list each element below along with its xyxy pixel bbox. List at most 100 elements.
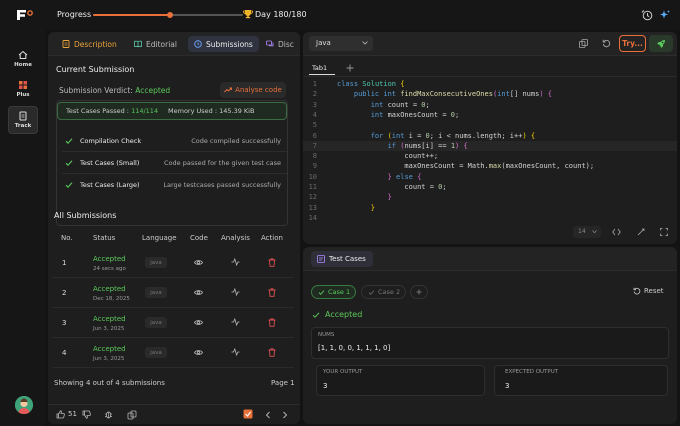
eye-icon[interactable] (194, 319, 203, 326)
col-status: Status (93, 234, 116, 242)
bug-icon[interactable] (104, 410, 113, 419)
table-row: 4 Accepted Jun 3, 2025 java (52, 338, 294, 368)
code-line: 1 class Solution { (303, 80, 677, 90)
font-size-value: 14 (578, 228, 586, 235)
tab-submissions[interactable]: Submissions (188, 36, 259, 52)
analyse-code-label: Analyse code (235, 86, 282, 94)
add-tab-icon[interactable] (346, 64, 354, 72)
delete-icon[interactable] (268, 288, 276, 297)
line-text: int count = 0; (370, 100, 430, 109)
nav-track[interactable]: Track (8, 106, 38, 134)
line-number: 11 (308, 183, 317, 191)
line-number: 8 (312, 152, 317, 161)
timer-icon[interactable] (641, 9, 653, 21)
rocket-icon (656, 39, 666, 49)
output-box: YOUR OUTPUT 3 (316, 365, 485, 396)
font-size-select[interactable]: 14 (573, 226, 601, 238)
check-desc: Code compiled successfully (191, 136, 281, 145)
editor-panel: Java Try... Tab1 1 class Solution {2 publ… (303, 32, 677, 244)
line-number: 10 (308, 172, 317, 181)
analyse-code-button[interactable]: Analyse code (220, 82, 286, 98)
col-action: Action (261, 234, 283, 242)
row-language: java (145, 317, 167, 328)
add-case-button[interactable] (410, 285, 428, 299)
table-row: 1 Accepted 24 secs ago java (52, 248, 294, 278)
nav-plus[interactable]: Plus (8, 75, 38, 103)
nums-value: [1, 1, 0, 0, 1, 1, 1, 0] (318, 344, 391, 352)
clock-icon (194, 40, 202, 48)
eye-icon[interactable] (194, 349, 203, 356)
eye-icon[interactable] (194, 259, 203, 266)
table-row: 2 Accepted Dec 18, 2025 java (52, 278, 294, 308)
next-icon[interactable] (282, 411, 288, 419)
check-name: Test Cases (Large) (80, 181, 140, 189)
case-1-chip[interactable]: Case 1 (311, 285, 356, 299)
nav-home-label: Home (14, 62, 32, 68)
share-icon[interactable] (127, 410, 137, 420)
expected-value: 3 (505, 382, 510, 390)
output-value: 3 (323, 382, 328, 390)
copy-icon[interactable] (579, 39, 588, 48)
memory-label: Memory Used : 145.39 KiB (168, 107, 255, 115)
check-name: Compilation Check (80, 136, 142, 145)
nav-track-label: Track (14, 123, 32, 129)
bookmark-checkbox-icon[interactable] (243, 409, 253, 419)
tab-description[interactable]: Description (56, 36, 123, 52)
reset-code-icon[interactable] (602, 39, 611, 48)
analysis-icon[interactable] (231, 258, 240, 266)
app-logo[interactable] (16, 9, 34, 21)
delete-icon[interactable] (268, 318, 276, 327)
code-line: 6 for (int i = 0; i < nums.length; i++) … (303, 132, 677, 142)
line-text: } (387, 193, 392, 202)
tab-submissions-label: Submissions (206, 39, 253, 49)
code-line: 4 int maxOnesCount = 0; (303, 111, 677, 121)
case-2-chip[interactable]: Case 2 (361, 285, 406, 299)
reset-button[interactable]: Reset (633, 287, 664, 295)
tab-editorial[interactable]: Editorial (128, 36, 183, 52)
file-tab-label: Tab1 (312, 64, 328, 72)
prev-icon[interactable] (265, 411, 271, 419)
tab-test-cases[interactable]: Test Cases (311, 251, 373, 267)
check-desc: Code passed for the given test case (164, 158, 281, 167)
delete-icon[interactable] (268, 258, 276, 267)
progress-label: Progress (57, 10, 92, 19)
output-label: YOUR OUTPUT (323, 369, 363, 375)
row-status[interactable]: Accepted (93, 255, 126, 263)
format-icon[interactable] (637, 228, 645, 236)
code-line: 2 public int findMaxConsecutiveOnes(int[… (303, 90, 677, 100)
nav-plus-label: Plus (16, 92, 30, 98)
code-line: 12 } (303, 193, 677, 203)
thumbs-down-icon[interactable] (82, 410, 91, 419)
tab-discussion[interactable]: Disc (260, 36, 300, 52)
run-button[interactable] (649, 35, 673, 52)
nav-home[interactable]: Home (8, 45, 38, 73)
thumbs-up-icon[interactable] (56, 410, 65, 419)
try-button[interactable]: Try... (619, 35, 646, 52)
eye-icon[interactable] (194, 289, 203, 296)
row-status[interactable]: Accepted (93, 285, 126, 293)
row-status[interactable]: Accepted (93, 345, 126, 353)
row-status[interactable]: Accepted (93, 315, 126, 323)
delete-icon[interactable] (268, 348, 276, 357)
check-name: Test Cases (Small) (80, 158, 140, 167)
line-number: 14 (308, 213, 317, 222)
table-row: 3 Accepted Jun 3, 2025 java (52, 308, 294, 338)
line-number: 7 (312, 141, 317, 150)
language-select[interactable]: Java (309, 36, 373, 51)
line-number: 2 (312, 90, 317, 99)
analysis-icon[interactable] (231, 288, 240, 296)
sparkle-icon[interactable] (659, 9, 671, 21)
tab-editorial-label: Editorial (146, 39, 177, 49)
user-avatar[interactable] (15, 396, 33, 414)
code-brackets-icon[interactable] (612, 228, 621, 236)
fullscreen-icon[interactable] (660, 228, 668, 236)
line-text: int maxOnesCount = 0; (370, 110, 460, 119)
progress-knob[interactable] (166, 12, 173, 18)
analysis-icon[interactable] (231, 318, 240, 326)
line-number: 12 (308, 193, 317, 202)
book-icon (134, 40, 142, 48)
analysis-icon[interactable] (231, 348, 240, 356)
row-number: 3 (62, 319, 67, 327)
try-label: Try... (622, 39, 643, 48)
file-tab[interactable]: Tab1 (309, 63, 335, 75)
